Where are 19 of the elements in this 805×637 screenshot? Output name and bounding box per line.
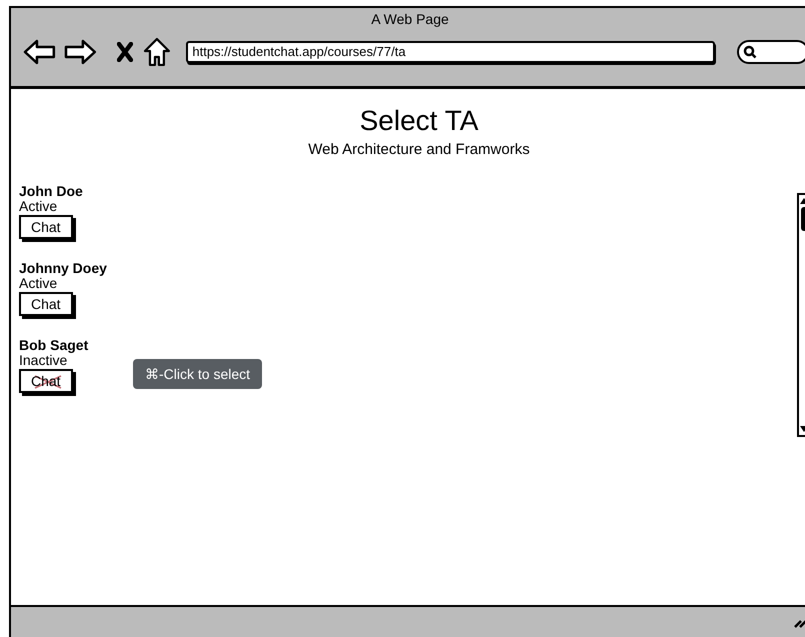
tooltip: ⌘-Click to select — [133, 359, 262, 389]
search-icon — [743, 45, 758, 59]
ta-status: Inactive — [19, 353, 68, 368]
search-field[interactable] — [737, 40, 805, 64]
chat-button[interactable]: Chat — [19, 215, 73, 239]
forward-icon[interactable] — [62, 39, 97, 65]
ta-name: Bob Saget — [19, 338, 88, 353]
close-icon[interactable] — [116, 42, 133, 62]
address-field[interactable]: https://studentchat.app/courses/77/ta — [186, 41, 716, 63]
course-name: Web Architecture and Framworks — [308, 141, 530, 158]
chat-button[interactable]: Chat — [19, 292, 73, 316]
ta-status: Active — [19, 276, 58, 291]
ta-name: John Doe — [19, 184, 83, 199]
home-icon[interactable] — [142, 37, 170, 67]
ta-status: Active — [19, 199, 58, 214]
window-title: A Web Page — [371, 11, 449, 27]
page-heading: Select TA — [360, 105, 478, 137]
back-icon[interactable] — [23, 39, 57, 65]
ta-name: Johnny Doey — [19, 261, 107, 276]
